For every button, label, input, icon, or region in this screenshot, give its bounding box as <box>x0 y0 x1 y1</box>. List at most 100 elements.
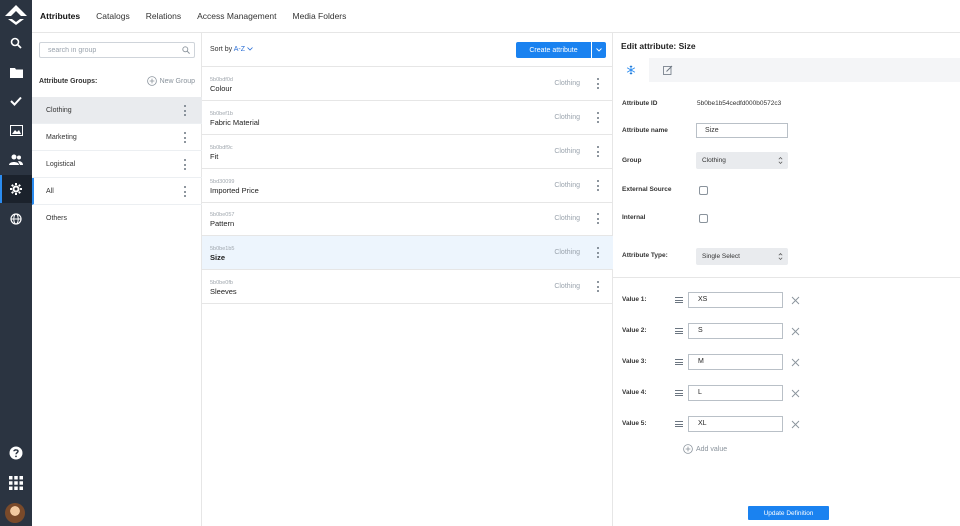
group-item-marketing[interactable]: Marketing <box>32 124 202 151</box>
attribute-row-imported-price[interactable]: 5bd30099 Imported Price Clothing <box>202 169 613 203</box>
rail-settings[interactable] <box>0 175 32 203</box>
group-list: Clothing Marketing Logistical All Others <box>32 97 202 232</box>
rail-search[interactable] <box>0 29 32 57</box>
kebab-menu-icon[interactable] <box>596 213 599 224</box>
select-caret-icon <box>778 156 783 165</box>
kebab-menu-icon[interactable] <box>183 132 186 143</box>
attribute-toolbar: Sort by A-Z Create attribute <box>202 33 613 67</box>
gear-icon <box>10 183 22 195</box>
drag-handle-icon[interactable] <box>675 390 683 396</box>
close-icon[interactable] <box>791 296 800 305</box>
group-select[interactable]: Clothing <box>696 152 788 169</box>
internal-label: Internal <box>622 214 646 221</box>
close-icon[interactable] <box>791 358 800 367</box>
drag-handle-icon[interactable] <box>675 421 683 427</box>
rail-image[interactable] <box>0 116 32 144</box>
select-caret-icon <box>778 252 783 261</box>
users-icon <box>9 154 23 165</box>
close-icon[interactable] <box>791 327 800 336</box>
kebab-menu-icon[interactable] <box>183 159 186 170</box>
attribute-name: Imported Price <box>210 186 259 195</box>
attribute-row-fabric-material[interactable]: 5b0bef1b Fabric Material Clothing <box>202 101 613 135</box>
folder-icon <box>9 67 23 78</box>
sort-label: Sort by <box>210 46 233 53</box>
value-label: Value 2: <box>622 327 647 334</box>
group-item-label: Logistical <box>46 160 76 168</box>
attribute-row-fit[interactable]: 5b0bdf9c Fit Clothing <box>202 135 613 169</box>
attribute-group: Clothing <box>554 249 580 256</box>
kebab-menu-icon[interactable] <box>596 146 599 157</box>
kebab-menu-icon[interactable] <box>596 180 599 191</box>
group-item-others[interactable]: Others <box>32 205 202 232</box>
kebab-menu-icon[interactable] <box>596 281 599 292</box>
attribute-name: Fit <box>210 152 219 161</box>
drag-handle-icon[interactable] <box>675 328 683 334</box>
attribute-id-label: Attribute ID <box>622 100 658 107</box>
avatar[interactable] <box>5 503 25 523</box>
group-search-input[interactable] <box>40 43 170 57</box>
tab-access-management[interactable]: Access Management <box>197 11 276 21</box>
attribute-type-select[interactable]: Single Select <box>696 248 788 265</box>
tab-catalogs[interactable]: Catalogs <box>96 11 130 21</box>
attribute-name-field[interactable]: Size <box>696 123 788 138</box>
kebab-menu-icon[interactable] <box>596 247 599 258</box>
attribute-id: 5b0be1b5 <box>210 246 235 252</box>
drag-handle-icon[interactable] <box>675 297 683 303</box>
close-icon[interactable] <box>791 389 800 398</box>
value-input[interactable]: L <box>688 385 783 401</box>
rail-apps[interactable] <box>0 469 32 497</box>
group-search <box>39 42 195 58</box>
tab-attributes[interactable]: Attributes <box>40 11 80 21</box>
tab-edit[interactable] <box>650 58 686 82</box>
value-input[interactable]: S <box>688 323 783 339</box>
attribute-row-colour[interactable]: 5b0bdf0d Colour Clothing <box>202 67 613 101</box>
value-input[interactable]: M <box>688 354 783 370</box>
value-input[interactable]: XL <box>688 416 783 432</box>
create-attribute-dropdown[interactable] <box>592 42 606 58</box>
create-attribute-button[interactable]: Create attribute <box>516 42 591 58</box>
search-icon[interactable] <box>182 46 190 54</box>
tab-relations[interactable]: Relations <box>146 11 181 21</box>
kebab-menu-icon[interactable] <box>596 78 599 89</box>
value-input[interactable]: XS <box>688 292 783 308</box>
section-divider <box>613 277 960 278</box>
tab-media-folders[interactable]: Media Folders <box>293 11 347 21</box>
drag-handle-icon[interactable] <box>675 359 683 365</box>
internal-checkbox[interactable] <box>699 214 708 223</box>
attribute-groups-panel: Attribute Groups: New Group Clothing Mar… <box>32 33 202 526</box>
kebab-menu-icon[interactable] <box>183 105 186 116</box>
group-item-logistical[interactable]: Logistical <box>32 151 202 178</box>
kebab-menu-icon[interactable] <box>596 112 599 123</box>
attribute-id: 5b0bdf0d <box>210 77 233 83</box>
attribute-group: Clothing <box>554 182 580 189</box>
group-item-label: Marketing <box>46 133 77 141</box>
left-rail <box>0 0 32 526</box>
logo-icon[interactable] <box>4 4 28 26</box>
rail-users[interactable] <box>0 145 32 173</box>
close-icon[interactable] <box>791 420 800 429</box>
group-item-all[interactable]: All <box>32 178 202 205</box>
new-group-button[interactable]: New Group <box>146 76 195 86</box>
value-label: Value 3: <box>622 358 647 365</box>
group-item-clothing[interactable]: Clothing <box>32 97 202 124</box>
attribute-group: Clothing <box>554 215 580 222</box>
attribute-row-size[interactable]: 5b0be1b5 Size Clothing <box>202 236 613 270</box>
value-label: Value 5: <box>622 420 647 427</box>
attribute-list-panel: Sort by A-Z Create attribute 5b0bdf0d Co… <box>202 33 613 526</box>
kebab-menu-icon[interactable] <box>183 186 186 197</box>
rail-folder[interactable] <box>0 58 32 86</box>
attribute-row-pattern[interactable]: 5b0be057 Pattern Clothing <box>202 202 613 236</box>
attribute-row-sleeves[interactable]: 5b0be0fb Sleeves Clothing <box>202 270 613 304</box>
tab-definition[interactable] <box>613 58 649 82</box>
rail-help[interactable] <box>0 439 32 467</box>
snowflake-icon <box>626 65 636 75</box>
external-source-label: External Source <box>622 186 672 193</box>
sort-value[interactable]: A-Z <box>234 46 245 53</box>
sort-control[interactable]: Sort by A-Z <box>210 46 253 53</box>
rail-check[interactable] <box>0 87 32 115</box>
add-value-button[interactable]: Add value <box>683 444 727 454</box>
rail-globe[interactable] <box>0 205 32 233</box>
external-source-checkbox[interactable] <box>699 186 708 195</box>
update-definition-button[interactable]: Update Definition <box>748 506 829 520</box>
attribute-id: 5b0be0fb <box>210 280 233 286</box>
